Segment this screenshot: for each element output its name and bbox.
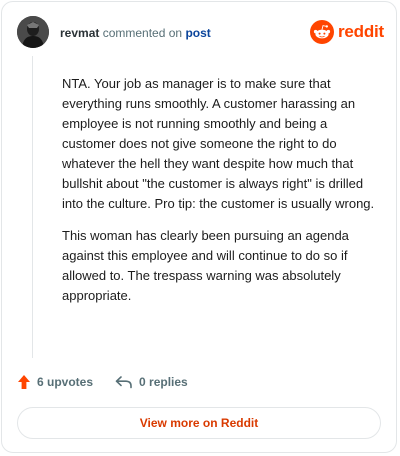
thread-line (32, 56, 33, 358)
username[interactable]: revmat (60, 26, 99, 40)
avatar-image (17, 16, 49, 48)
reddit-snoo-icon (310, 20, 334, 44)
avatar[interactable] (17, 16, 49, 48)
post-link[interactable]: post (185, 26, 210, 40)
comment-actions: 6 upvotes 0 replies (17, 373, 188, 391)
comment-header: revmat commented on post (60, 26, 211, 40)
comment-paragraph: This woman has clearly been pursuing an … (62, 228, 349, 303)
upvote-arrow-icon (18, 375, 30, 389)
upvote-button[interactable]: 6 upvotes (17, 374, 93, 390)
brand-wordmark: reddit (338, 22, 385, 41)
reply-arrow-icon (115, 376, 132, 389)
reply-button[interactable]: 0 replies (115, 375, 188, 389)
commented-on-text: commented on (102, 26, 183, 40)
reddit-logo[interactable]: reddit (310, 19, 384, 45)
view-more-button[interactable]: View more on Reddit (17, 407, 381, 439)
upvote-count: 6 upvotes (37, 375, 94, 389)
comment-paragraph: NTA. Your job as manager is to make sure… (62, 76, 375, 211)
comment-body: NTA. Your job as manager is to make sure… (62, 74, 384, 318)
reply-count: 0 replies (139, 375, 188, 389)
